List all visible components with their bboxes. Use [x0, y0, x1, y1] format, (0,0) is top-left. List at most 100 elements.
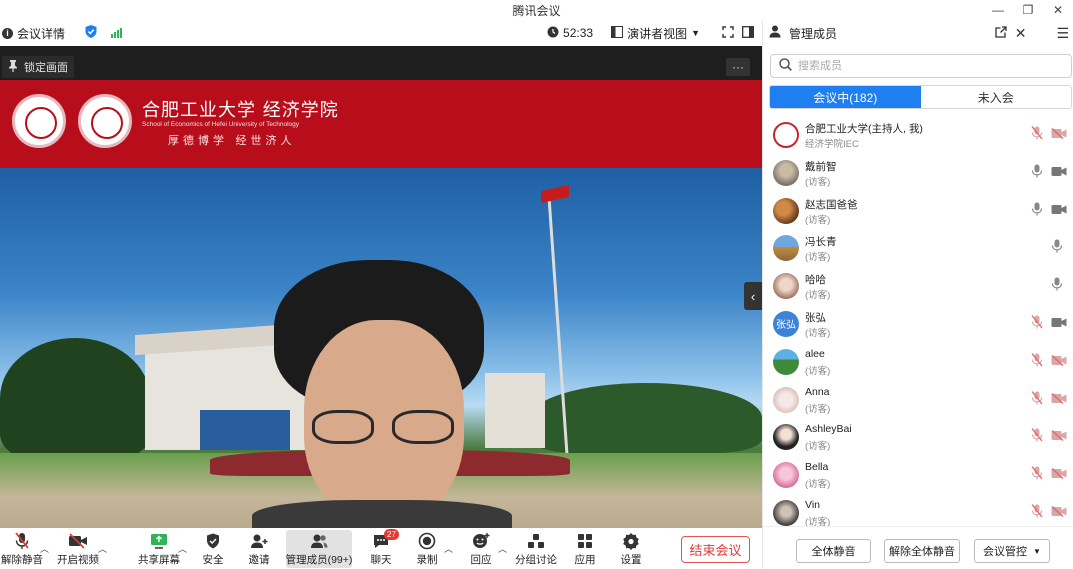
camera-icon[interactable] — [1051, 204, 1067, 218]
camera-off-icon[interactable] — [1051, 354, 1067, 369]
window-controls: — ❐ ✕ — [983, 0, 1073, 20]
mic-muted-icon[interactable] — [1031, 315, 1043, 332]
mic-muted-icon[interactable] — [1031, 352, 1043, 370]
mic-muted-icon[interactable] — [1031, 466, 1043, 483]
unmute-all-button[interactable]: 解除全体静音 — [884, 539, 960, 563]
invite-button[interactable]: 邀请 — [244, 530, 274, 568]
member-row[interactable]: 冯长青 (访客) — [763, 229, 1073, 267]
camera-icon[interactable] — [1051, 166, 1067, 180]
member-row[interactable]: Bella (访客) — [763, 456, 1073, 494]
window-title: 腾讯会议 — [512, 3, 561, 18]
video-options-caret-icon[interactable]: ︿ — [98, 542, 107, 555]
bottom-control-bar: 解除静音 ︿ 开启视频 ︿ 共享屏幕 ︿ 安全 邀请 管理成员(99+) 聊天 … — [0, 528, 762, 569]
member-role: (访客) — [805, 214, 831, 226]
manage-members-button[interactable]: 管理成员(99+) — [286, 530, 352, 568]
school-emblem-logo — [78, 94, 132, 148]
unmute-button[interactable]: 解除静音 — [0, 530, 44, 568]
meeting-details-label: 会议详情 — [17, 26, 66, 41]
side-panel-toggle-icon[interactable] — [742, 25, 754, 41]
tab-in-meeting[interactable]: 会议中(182) — [770, 86, 921, 108]
university-banner: 合肥工业大学 经济学院 School of Economics of Hefei… — [0, 80, 762, 168]
camera-off-icon[interactable] — [1051, 127, 1067, 142]
mic-icon[interactable] — [1031, 164, 1043, 181]
camera-off-icon[interactable] — [1051, 505, 1067, 520]
speaker-person — [252, 260, 512, 528]
member-name: 冯长青 — [805, 236, 837, 249]
member-row[interactable]: alee (访客) — [763, 343, 1073, 381]
mic-muted-icon[interactable] — [1031, 428, 1043, 445]
audio-options-caret-icon[interactable]: ︿ — [40, 542, 49, 555]
more-options-button[interactable]: ··· — [726, 58, 750, 76]
reactions-button[interactable]: 回应 — [466, 530, 496, 568]
reactions-caret-icon[interactable]: ︿ — [498, 542, 507, 555]
member-row[interactable]: 戴前智 (访客) — [763, 154, 1073, 192]
lock-view-button[interactable]: 锁定画面 — [2, 56, 74, 78]
members-panel-title: 管理成员 — [789, 26, 838, 41]
member-row[interactable]: 张弘 张弘 (访客) — [763, 305, 1073, 343]
member-search-input[interactable] — [798, 60, 1058, 72]
member-name: Bella — [805, 461, 829, 474]
manage-members-label: 管理成员(99+) — [285, 554, 353, 566]
mic-muted-icon[interactable] — [1031, 504, 1043, 521]
member-row[interactable]: AshleyBai (访客) — [763, 418, 1073, 456]
tab-not-joined[interactable]: 未入会 — [921, 86, 1072, 108]
camera-icon[interactable] — [1051, 317, 1067, 331]
camera-off-icon[interactable] — [1051, 468, 1067, 482]
share-screen-button[interactable]: 共享屏幕 — [136, 530, 182, 568]
clock-icon — [547, 26, 559, 41]
shield-check-icon[interactable] — [85, 25, 97, 41]
view-mode-label: 演讲者视图 — [627, 26, 688, 41]
mic-icon[interactable] — [1051, 239, 1063, 256]
mic-muted-icon[interactable] — [1031, 126, 1043, 143]
record-icon — [418, 530, 436, 552]
meeting-details-button[interactable]: i 会议详情 — [2, 25, 65, 42]
member-name: 哈哈 — [805, 274, 826, 287]
member-row[interactable]: 赵志国爸爸 (访客) — [763, 192, 1073, 230]
member-search-box[interactable] — [770, 54, 1072, 78]
camera-off-icon[interactable] — [1051, 392, 1067, 407]
camera-off-icon[interactable] — [1051, 430, 1067, 444]
emoji-icon — [472, 530, 490, 552]
record-label: 录制 — [416, 554, 438, 566]
end-meeting-button[interactable]: 结束会议 — [681, 536, 750, 563]
breakout-rooms-button[interactable]: 分组讨论 — [514, 530, 558, 568]
menu-icon[interactable]: ☰ — [1056, 25, 1069, 42]
restore-icon[interactable]: ❐ — [1013, 0, 1043, 20]
members-icon — [309, 530, 329, 552]
mic-icon[interactable] — [1051, 277, 1063, 294]
window-titlebar: 腾讯会议 — ❐ ✕ — [0, 0, 1073, 20]
record-button[interactable]: 录制 — [412, 530, 442, 568]
minimize-icon[interactable]: — — [983, 0, 1013, 20]
fullscreen-icon[interactable] — [722, 25, 734, 41]
close-icon[interactable]: ✕ — [1043, 0, 1073, 20]
security-button[interactable]: 安全 — [198, 530, 228, 568]
member-row[interactable]: Vin (访客) — [763, 494, 1073, 526]
close-panel-icon[interactable]: ✕ — [1015, 25, 1027, 42]
meeting-control-dropdown[interactable]: 会议管控 ▼ — [974, 539, 1050, 563]
avatar: 张弘 — [773, 310, 799, 337]
start-video-button[interactable]: 开启视频 — [56, 530, 100, 568]
chevron-down-icon: ▼ — [691, 28, 700, 38]
add-user-icon — [250, 530, 268, 552]
network-signal-icon[interactable] — [111, 28, 123, 38]
breakout-icon — [527, 530, 545, 552]
member-row[interactable]: 合肥工业大学(主持人, 我) 经济学院IEC — [763, 116, 1073, 154]
layout-icon — [611, 25, 624, 41]
mic-icon[interactable] — [1031, 202, 1043, 219]
collapse-panel-arrow-icon[interactable]: ‹ — [744, 282, 762, 310]
share-options-caret-icon[interactable]: ︿ — [178, 542, 187, 555]
avatar — [773, 159, 799, 186]
mic-muted-icon[interactable] — [1031, 390, 1043, 408]
settings-button[interactable]: 设置 — [616, 530, 646, 568]
apps-button[interactable]: 应用 — [570, 530, 600, 568]
member-row[interactable]: 哈哈 (访客) — [763, 267, 1073, 305]
mute-all-button[interactable]: 全体静音 — [796, 539, 871, 563]
record-options-caret-icon[interactable]: ︿ — [444, 542, 453, 555]
members-panel-header: 管理成员 ✕ ☰ — [763, 20, 1073, 46]
member-row[interactable]: Anna (访客) — [763, 381, 1073, 419]
gear-icon — [622, 530, 640, 552]
view-mode-dropdown[interactable]: 演讲者视图 ▼ — [611, 25, 700, 42]
pop-out-icon[interactable] — [995, 25, 1007, 41]
chat-label: 聊天 — [370, 554, 392, 566]
background-building-right — [485, 373, 545, 448]
